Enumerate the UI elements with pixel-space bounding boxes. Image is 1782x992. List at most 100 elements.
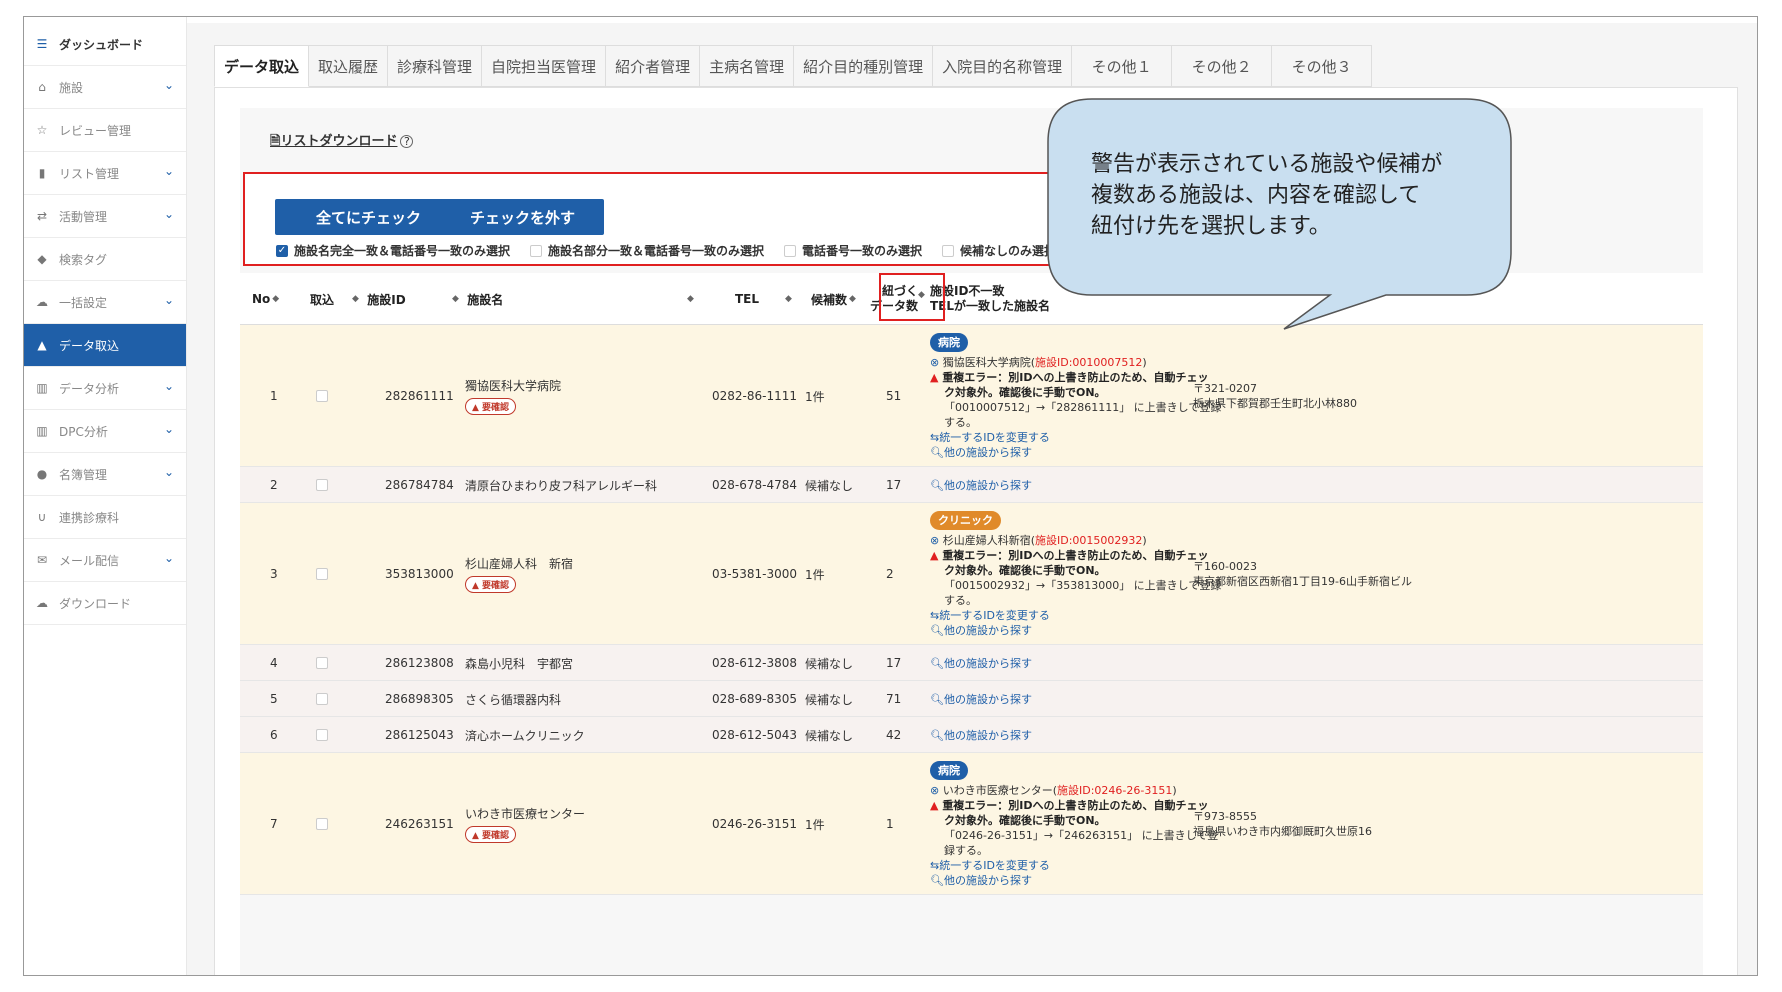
header-tel-sort[interactable]: ◆ <box>783 273 792 325</box>
header-tel[interactable]: TEL <box>735 273 759 325</box>
import-checkbox[interactable] <box>316 568 328 580</box>
sidebar-item-4[interactable]: ⇄ 活動管理 ⌄ <box>24 195 186 238</box>
chevron-down-icon[interactable]: ⌄ <box>164 293 174 307</box>
header-candidates[interactable]: 候補数 ◆ <box>811 273 856 325</box>
import-checkbox[interactable] <box>316 729 328 741</box>
tab-10[interactable]: その他３ <box>1272 45 1373 87</box>
import-checkbox[interactable] <box>316 479 328 491</box>
checkbox[interactable] <box>942 244 955 257</box>
search-other-link[interactable]: 🔍︎他の施設から探す <box>930 692 1032 707</box>
chevron-down-icon[interactable]: ⌄ <box>164 379 174 393</box>
header-no[interactable]: No ◆ <box>252 273 279 325</box>
row-no: 6 <box>270 728 278 742</box>
sidebar-item-10[interactable]: ● 名簿管理 ⌄ <box>24 453 186 496</box>
sidebar-item-1[interactable]: ⌂ 施設 ⌄ <box>24 66 186 109</box>
tab-7[interactable]: 入院目的名称管理 <box>933 45 1073 87</box>
sidebar-item-0[interactable]: ☰ ダッシュボード <box>24 23 186 66</box>
search-other-link[interactable]: 🔍︎他の施設から探す <box>930 623 1032 638</box>
header-facility-id[interactable]: ◆ 施設ID <box>350 273 406 325</box>
change-id-link[interactable]: ⇆統一するIDを変更する <box>930 430 1050 445</box>
candidate-id: 施設ID:0015002932 <box>1035 533 1143 547</box>
chevron-down-icon[interactable]: ⌄ <box>164 422 174 436</box>
chevron-down-icon[interactable]: ⌄ <box>164 164 174 178</box>
sort-icon[interactable]: ◆ <box>352 294 359 304</box>
sidebar-item-label: 連携診療科 <box>59 510 120 525</box>
header-facility-name[interactable]: ◆ 施設名 <box>450 273 503 325</box>
chevron-down-icon[interactable]: ⌄ <box>164 207 174 221</box>
checkbox[interactable] <box>784 244 797 257</box>
tab-8[interactable]: その他１ <box>1072 45 1173 87</box>
change-id-link[interactable]: ⇆統一するIDを変更する <box>930 858 1050 873</box>
chevron-down-icon[interactable]: ⌄ <box>164 551 174 565</box>
sidebar-item-9[interactable]: ▥ DPC分析 ⌄ <box>24 410 186 453</box>
bar-chart-icon: ▥ <box>36 424 48 438</box>
list-download-link[interactable]: 🗎リストダウンロード? <box>270 130 414 154</box>
search-other-link[interactable]: 🔍︎他の施設から探す <box>930 656 1032 671</box>
tab-3[interactable]: 自院担当医管理 <box>482 45 607 87</box>
sort-icon[interactable]: ◆ <box>272 294 279 304</box>
tab-1[interactable]: 取込履歴 <box>309 45 389 87</box>
sidebar-item-5[interactable]: ◆ 検索タグ <box>24 238 186 281</box>
option-2[interactable]: 電話番号一致のみ選択 <box>784 242 922 259</box>
search-other-link[interactable]: 🔍︎他の施設から探す <box>930 445 1032 460</box>
sidebar-item-3[interactable]: ▮ リスト管理 ⌄ <box>24 152 186 195</box>
tab-9[interactable]: その他２ <box>1172 45 1273 87</box>
uncheck-button[interactable]: チェックを外す <box>441 199 604 235</box>
chevron-down-icon[interactable]: ⌄ <box>164 78 174 92</box>
sidebar-item-label: 検索タグ <box>59 252 108 267</box>
mismatch-cell: 🔍︎他の施設から探す <box>930 645 1032 681</box>
sort-icon[interactable]: ◆ <box>452 294 459 304</box>
search-other-link[interactable]: 🔍︎他の施設から探す <box>930 728 1032 743</box>
import-checkbox[interactable] <box>316 657 328 669</box>
sidebar-item-label: 施設 <box>59 80 84 95</box>
error-line: する。 <box>944 593 977 607</box>
tab-4[interactable]: 紹介者管理 <box>606 45 701 87</box>
tab-5[interactable]: 主病名管理 <box>700 45 795 87</box>
sidebar-item-6[interactable]: ☁ 一括設定 ⌄ <box>24 281 186 324</box>
needs-check-badge: ▲ 要確認 <box>465 576 517 593</box>
sidebar-item-13[interactable]: ☁ ダウンロード <box>24 582 186 625</box>
error-line: 「0010007512」→「282861111」 に上書きして登録 <box>944 400 1222 414</box>
sidebar-item-12[interactable]: ✉ メール配信 ⌄ <box>24 539 186 582</box>
sort-icon[interactable]: ◆ <box>849 294 856 304</box>
list-download-label[interactable]: リストダウンロード <box>280 134 397 149</box>
search-other-link[interactable]: 🔍︎他の施設から探す <box>930 478 1032 493</box>
checkbox[interactable]: ✓ <box>276 244 288 257</box>
sidebar-item-8[interactable]: ▥ データ分析 ⌄ <box>24 367 186 410</box>
option-3[interactable]: 候補なしのみ選択 <box>942 242 1056 259</box>
tab-2[interactable]: 診療科管理 <box>388 45 483 87</box>
table-row: 7 246263151 いわき市医療センター ▲ 要確認 0246-26-315… <box>240 753 1703 895</box>
sort-icon[interactable]: ◆ <box>687 294 694 304</box>
tab-bar: データ取込 取込履歴 診療科管理 自院担当医管理 紹介者管理 主病名管理 紹介目的種別管理入… <box>214 45 1373 87</box>
check-all-button[interactable]: 全てにチェック <box>275 199 462 235</box>
option-0[interactable]: ✓ 施設名完全一致＆電話番号一致のみ選択 <box>276 242 510 259</box>
candidate-count: 1件 <box>805 817 825 832</box>
header-name-sort[interactable]: ◆ <box>685 273 694 325</box>
import-checkbox[interactable] <box>316 390 328 402</box>
import-checkbox[interactable] <box>316 818 328 830</box>
linked-count: 1 <box>886 817 894 831</box>
import-checkbox[interactable] <box>316 693 328 705</box>
change-id-link[interactable]: ⇆統一するIDを変更する <box>930 608 1050 623</box>
tab-6[interactable]: 紹介目的種別管理 <box>794 45 934 87</box>
sidebar-item-11[interactable]: ∪ 連携診療科 <box>24 496 186 539</box>
facility-name: 済心ホームクリニック <box>465 728 585 743</box>
option-1[interactable]: 施設名部分一致＆電話番号一致のみ選択 <box>530 242 764 259</box>
selection-options: ✓ 施設名完全一致＆電話番号一致のみ選択 施設名部分一致＆電話番号一致のみ選択 … <box>276 242 1076 259</box>
row-no: 2 <box>270 478 278 492</box>
chevron-down-icon[interactable]: ⌄ <box>164 465 174 479</box>
help-icon[interactable]: ? <box>400 135 414 148</box>
linked-count: 42 <box>886 728 902 742</box>
sidebar-item-label: DPC分析 <box>59 424 108 439</box>
sidebar-item-label: 活動管理 <box>59 209 108 224</box>
mismatch-cell: 🔍︎他の施設から探す <box>930 467 1032 503</box>
search-other-link[interactable]: 🔍︎他の施設から探す <box>930 873 1032 888</box>
checkbox[interactable] <box>530 244 543 257</box>
callout-text: 警告が表示されている施設や候補が 複数ある施設は、内容を確認して 紐付け先を選択… <box>1091 152 1443 239</box>
sidebar-item-2[interactable]: ☆ レビュー管理 <box>24 109 186 152</box>
x-circle-icon: ⊗ <box>930 533 940 547</box>
tab-0[interactable]: データ取込 <box>214 45 310 87</box>
sort-icon[interactable]: ◆ <box>785 294 792 304</box>
sidebar-item-7[interactable]: ▲ データ取込 <box>24 324 186 367</box>
error-line: 「0246-26-3151」→「246263151」 に上書きして登 <box>944 828 1219 842</box>
